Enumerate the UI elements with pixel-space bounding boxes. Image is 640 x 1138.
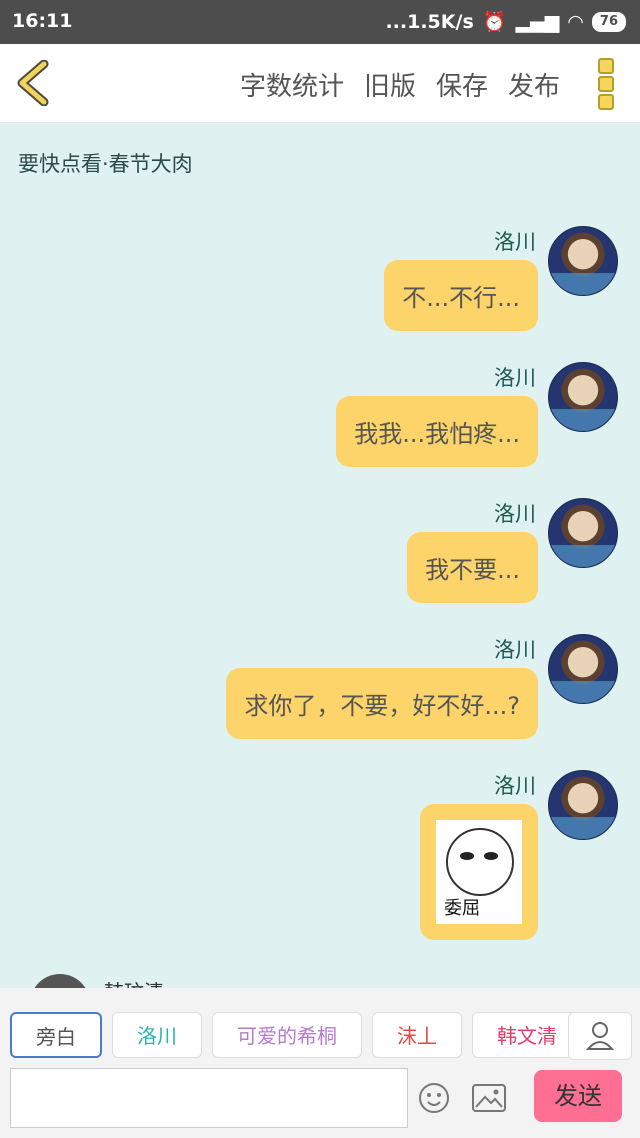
user-icon[interactable] xyxy=(568,1012,632,1060)
sender-name: 洛川 xyxy=(494,638,536,662)
old-version-button[interactable]: 旧版 xyxy=(364,66,416,103)
sticker-image: 委屈 xyxy=(436,820,522,924)
story-title: 要快点看·春节大肉 xyxy=(18,152,193,176)
save-button[interactable]: 保存 xyxy=(436,66,488,103)
battery-icon: 76 xyxy=(591,11,626,32)
character-chip-luochuan[interactable]: 洛川 xyxy=(112,1012,202,1058)
top-toolbar: 字数统计 旧版 保存 发布 xyxy=(0,44,640,123)
character-chip-moshang[interactable]: 沫丄 xyxy=(372,1012,462,1058)
network-speed: ...1.5K/s xyxy=(385,10,474,33)
avatar[interactable] xyxy=(548,362,618,432)
sender-name: 洛川 xyxy=(494,502,536,526)
sender-name: 洛川 xyxy=(494,230,536,254)
message-input[interactable] xyxy=(10,1068,408,1128)
character-chip-narrator[interactable]: 旁白 xyxy=(10,1012,102,1058)
status-icons: ...1.5K/s ⏰ ▂▄▆ ◠ 76 xyxy=(385,10,626,33)
toolbar-actions: 字数统计 旧版 保存 发布 xyxy=(240,66,560,103)
message-bubble[interactable]: 我不要... xyxy=(407,532,538,603)
character-chip-xitong[interactable]: 可爱的希桐 xyxy=(212,1012,362,1058)
word-count-button[interactable]: 字数统计 xyxy=(240,66,344,103)
avatar[interactable] xyxy=(548,226,618,296)
avatar[interactable] xyxy=(548,770,618,840)
sticker-bubble[interactable]: 委屈 xyxy=(420,804,538,940)
emoji-icon[interactable] xyxy=(418,1082,450,1114)
avatar[interactable] xyxy=(548,498,618,568)
status-bar: 16:11 ...1.5K/s ⏰ ▂▄▆ ◠ 76 xyxy=(0,0,640,44)
character-selector: 旁白 洛川 可爱的希桐 沫丄 韩文清 xyxy=(10,1012,582,1058)
message-bubble[interactable]: 不...不行... xyxy=(384,260,538,331)
sender-name: 洛川 xyxy=(494,366,536,390)
message-bubble[interactable]: 求你了，不要，好不好...? xyxy=(226,668,538,739)
signal-icon: ▂▄▆ xyxy=(515,10,560,33)
sender-name: 洛川 xyxy=(494,774,536,798)
composer-panel: 旁白 洛川 可爱的希桐 沫丄 韩文清 发送 xyxy=(0,988,640,1138)
more-menu-icon[interactable] xyxy=(598,58,614,110)
sad-face-icon xyxy=(446,828,514,896)
publish-button[interactable]: 发布 xyxy=(508,66,560,103)
character-chip-hanwenqing[interactable]: 韩文清 xyxy=(472,1012,582,1058)
wifi-icon: ◠ xyxy=(568,10,583,33)
avatar[interactable] xyxy=(548,634,618,704)
back-icon[interactable] xyxy=(16,60,50,106)
send-button[interactable]: 发送 xyxy=(534,1070,622,1122)
alarm-icon: ⏰ xyxy=(482,11,507,33)
status-time: 16:11 xyxy=(12,10,73,32)
message-bubble[interactable]: 我我...我怕疼... xyxy=(336,396,538,467)
image-icon[interactable] xyxy=(472,1084,506,1112)
sticker-caption: 委屈 xyxy=(444,898,480,919)
